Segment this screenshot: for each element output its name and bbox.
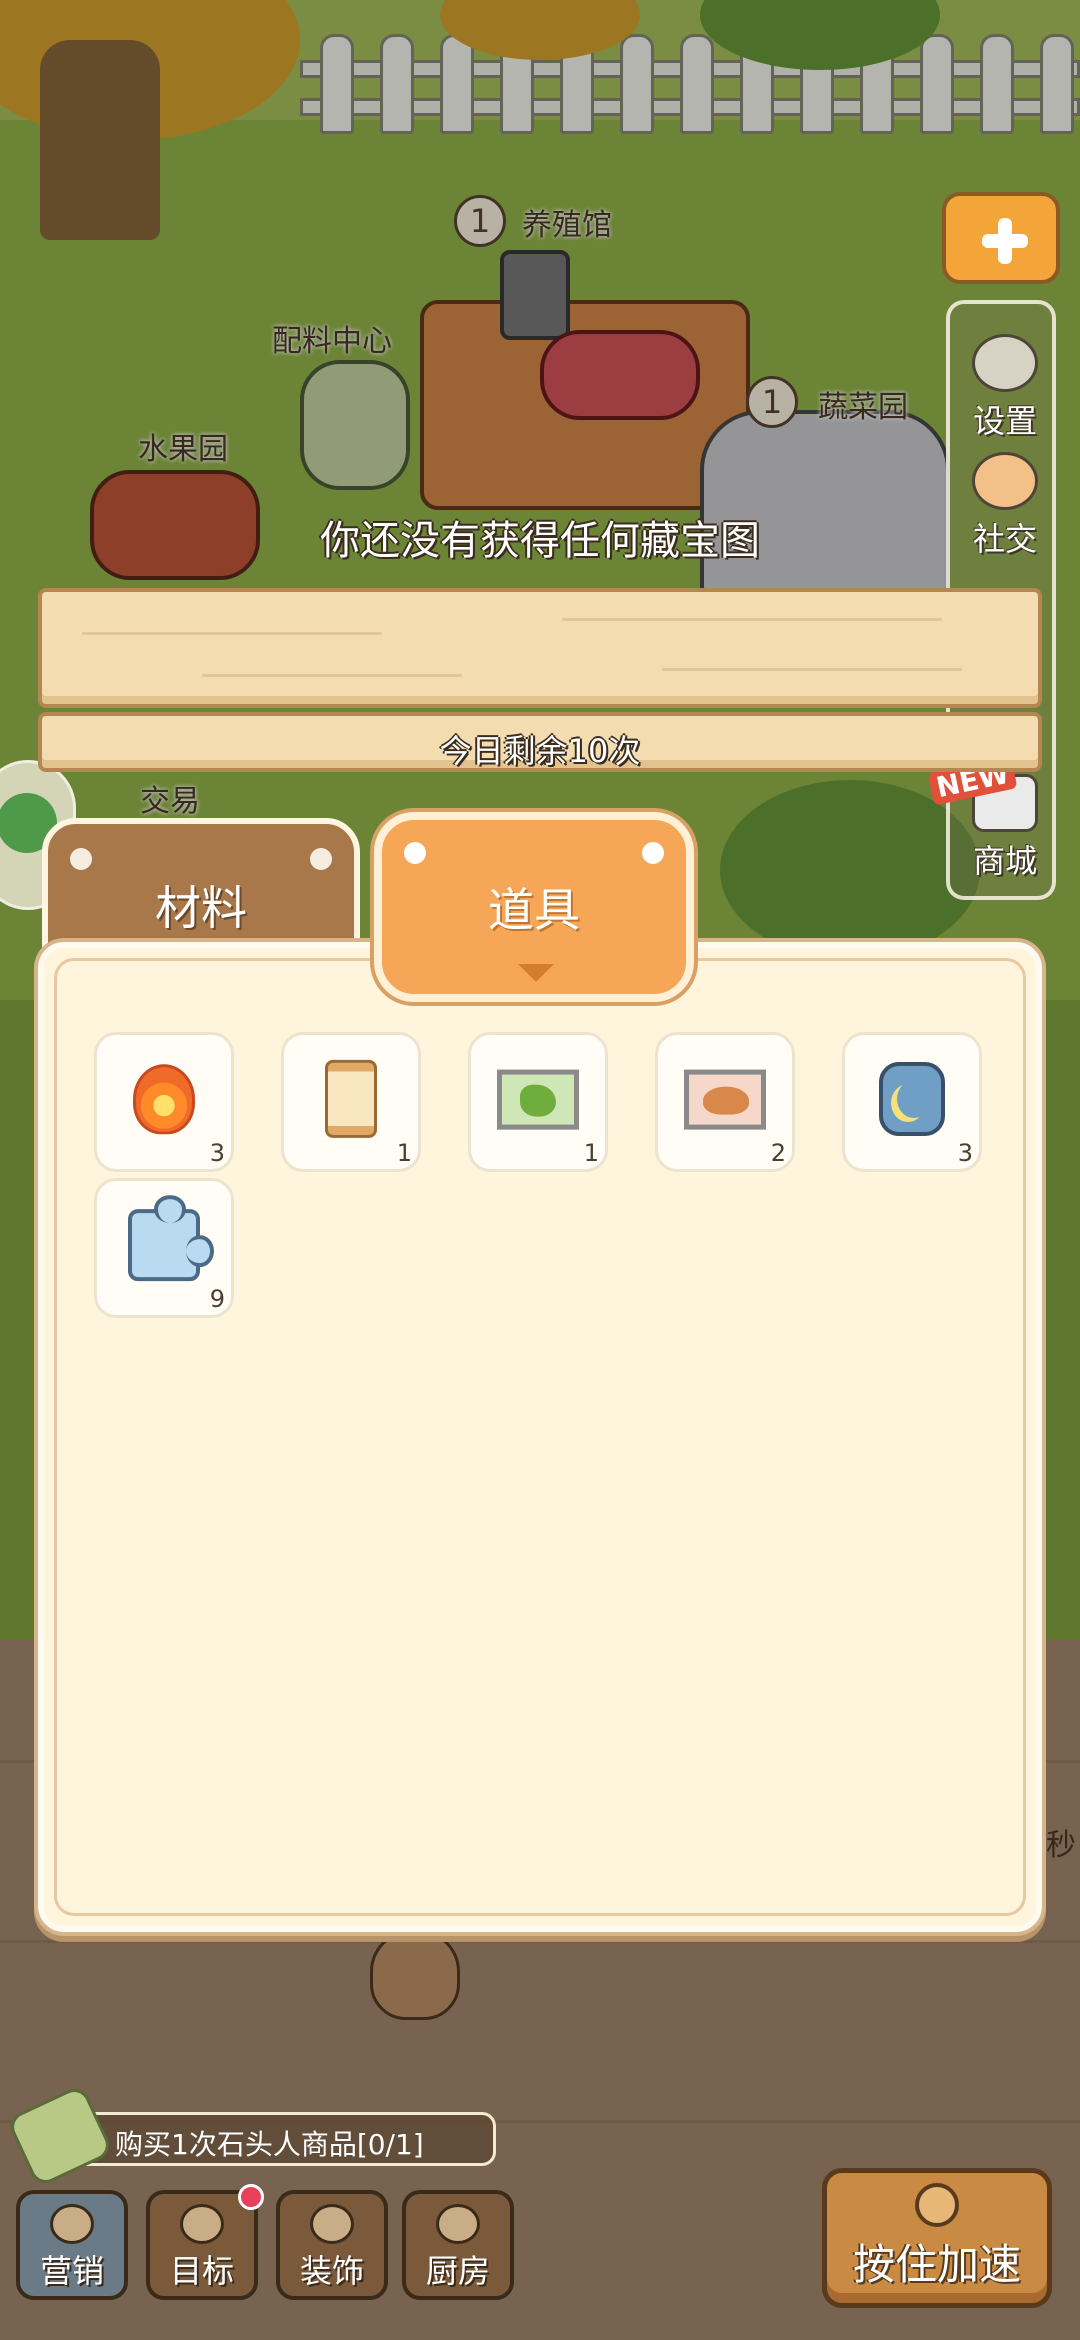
item-count: 1 — [396, 1139, 412, 1167]
kitchen-button[interactable]: 厨房 — [402, 2190, 514, 2300]
sidebar-item-shop[interactable]: NEW 商城 — [927, 755, 1060, 882]
item-count: 3 — [957, 1139, 973, 1167]
roast-chicken-picture-icon — [684, 1069, 766, 1130]
inventory-slot[interactable]: 3 — [842, 1032, 982, 1172]
hourglass-icon — [325, 1059, 377, 1138]
thermometer-fire-icon — [133, 1064, 195, 1135]
play-icon — [915, 2183, 959, 2227]
goals-label: 目标 — [169, 2252, 234, 2290]
tab-tools[interactable]: 道具 — [374, 812, 694, 1002]
tab-label: 材料 — [155, 881, 247, 935]
moon-stone-icon — [879, 1062, 945, 1137]
inventory-slot[interactable]: 3 — [94, 1032, 234, 1172]
tab-shine — [70, 848, 92, 870]
task-tracker[interactable]: 购买1次石头人商品[0/1] — [60, 2112, 496, 2166]
remaining-count-board: 今日剩余10次 — [38, 712, 1042, 772]
tab-shine — [404, 842, 426, 864]
speed-up-button[interactable]: 按住加速 — [822, 2168, 1052, 2308]
notification-dot — [238, 2184, 264, 2210]
item-count: 3 — [209, 1139, 225, 1167]
tab-shine — [310, 848, 332, 870]
marketing-button[interactable]: 营销 — [16, 2190, 128, 2300]
remaining-count-text: 今日剩余10次 — [439, 732, 641, 770]
treasure-map-board — [38, 588, 1042, 708]
plus-icon — [946, 196, 1056, 280]
wood-grain — [562, 618, 942, 621]
wok-icon — [436, 2204, 480, 2244]
inventory-slot[interactable]: 9 — [94, 1178, 234, 1318]
sidebar-item-label: 设置 — [972, 402, 1037, 440]
item-count: 2 — [770, 1139, 786, 1167]
gear-icon — [972, 334, 1038, 392]
decor-label: 装饰 — [299, 2252, 364, 2290]
tab-label: 道具 — [488, 883, 580, 937]
vegetable-picture-icon — [497, 1069, 579, 1130]
paint-roller-icon — [310, 2204, 354, 2244]
decor-button[interactable]: 装饰 — [276, 2190, 388, 2300]
inventory-slot[interactable]: 1 — [468, 1032, 608, 1172]
inventory-panel: 3 1 1 2 3 9 — [38, 942, 1042, 1932]
speed-up-label: 按住加速 — [852, 2240, 1021, 2289]
cat-icon — [972, 452, 1038, 510]
tab-shine — [642, 842, 664, 864]
item-count: 9 — [209, 1285, 225, 1313]
triangle-down-icon — [518, 964, 554, 982]
task-text: 购买1次石头人商品[0/1] — [115, 2128, 424, 2161]
marketing-label: 营销 — [39, 2252, 104, 2290]
kitchen-label: 厨房 — [425, 2252, 490, 2290]
inventory-slot[interactable]: 1 — [281, 1032, 421, 1172]
treasure-map-message: 你还没有获得任何藏宝图 — [320, 518, 760, 564]
inventory-slot[interactable]: 2 — [655, 1032, 795, 1172]
cat-character — [370, 1930, 460, 2020]
wood-grain — [82, 632, 382, 635]
wood-grain — [662, 668, 962, 671]
sidebar-item-label: 商城 — [972, 842, 1037, 880]
wood-grain — [202, 674, 462, 677]
add-button[interactable] — [942, 192, 1060, 284]
target-icon — [180, 2204, 224, 2244]
goals-button[interactable]: 目标 — [146, 2184, 264, 2300]
megaphone-icon — [50, 2204, 94, 2244]
puzzle-piece-icon — [128, 1195, 214, 1282]
sidebar-item-settings[interactable]: 设置 — [950, 334, 1060, 442]
item-count: 1 — [583, 1139, 599, 1167]
